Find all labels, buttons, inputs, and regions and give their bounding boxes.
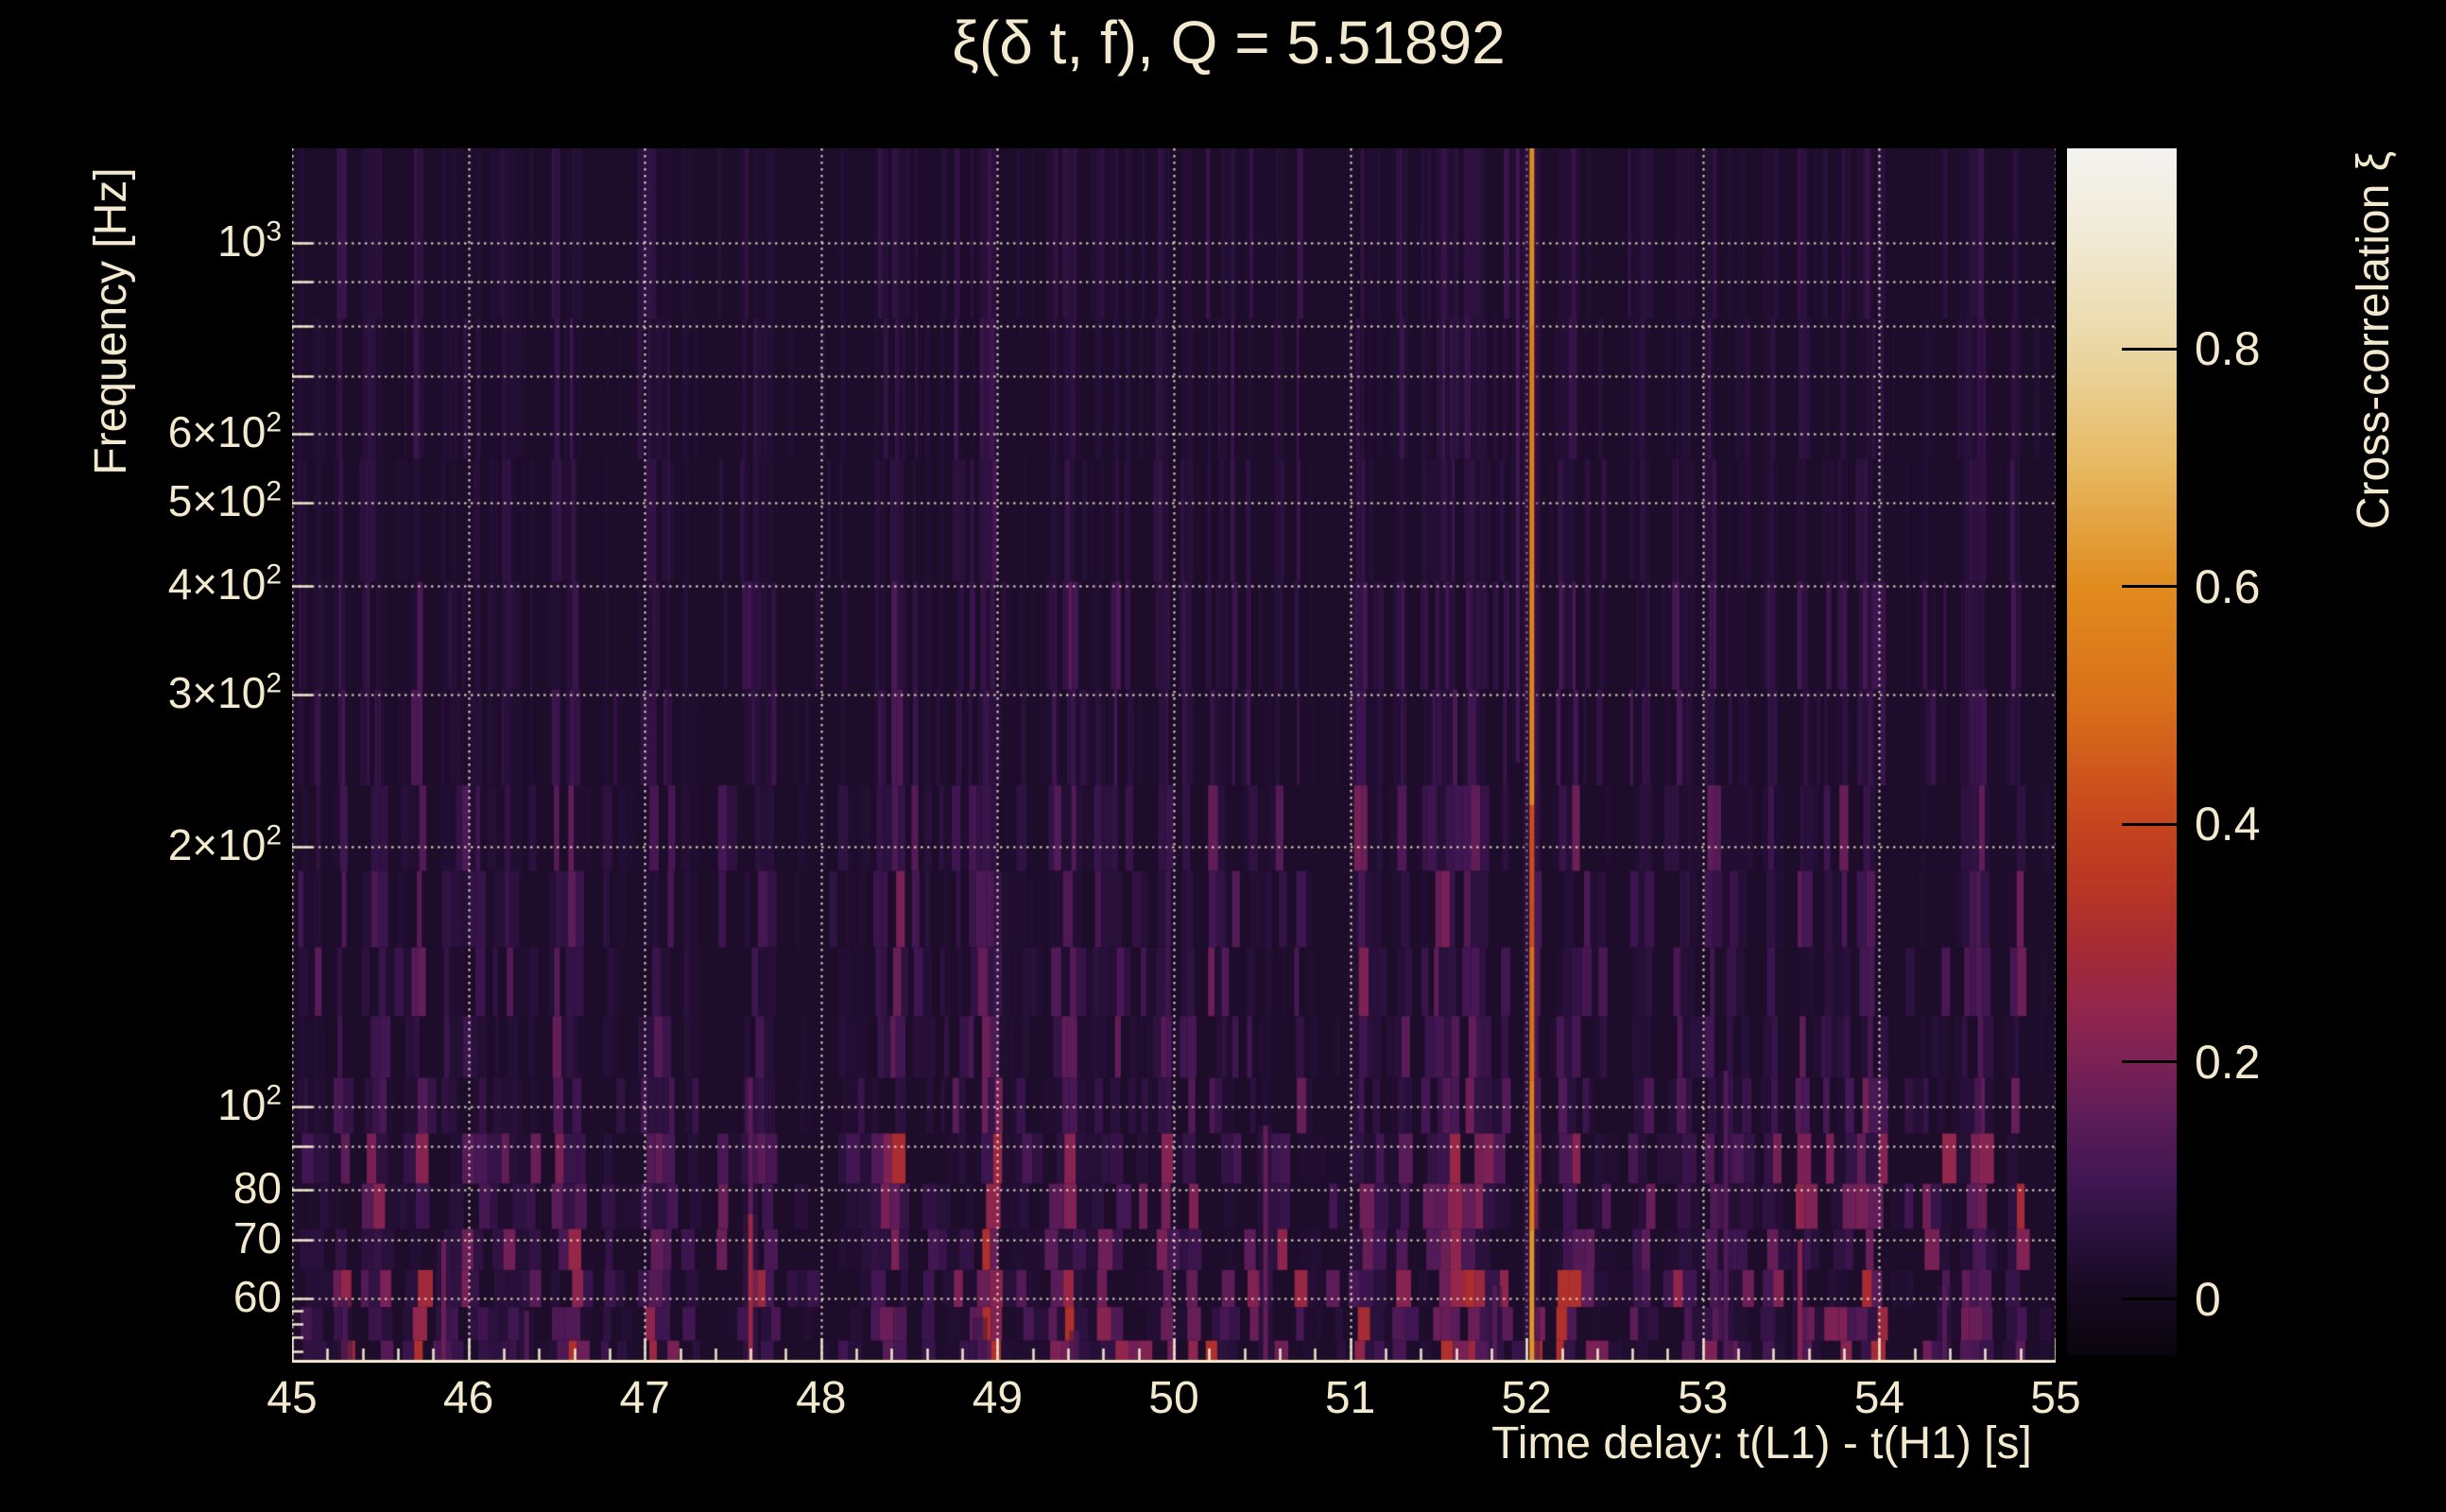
y-tick-label: 5×102 bbox=[167, 475, 282, 525]
x-tick-label: 54 bbox=[1853, 1373, 1905, 1423]
x-tick-label: 47 bbox=[619, 1373, 670, 1423]
colorbar-tick-label: 0 bbox=[2195, 1272, 2221, 1326]
y-tick-label: 102 bbox=[217, 1079, 282, 1129]
x-tick-label: 45 bbox=[267, 1373, 318, 1423]
y-tick-label: 103 bbox=[217, 215, 282, 266]
x-axis-label: Time delay: t(L1) - t(H1) [s] bbox=[1491, 1418, 2032, 1469]
y-tick-label: 70 bbox=[233, 1213, 282, 1263]
colorbar-tick-mark bbox=[2122, 822, 2177, 826]
y-tick-label: 2×102 bbox=[167, 819, 282, 869]
y-tick-label: 3×102 bbox=[167, 667, 282, 717]
colorbar-axis-label: Cross-correlation ξ bbox=[2349, 150, 2399, 530]
y-tick-exponent: 2 bbox=[266, 1079, 282, 1111]
colorbar-tick-mark bbox=[2122, 1297, 2177, 1301]
x-tick-label: 53 bbox=[1678, 1373, 1729, 1423]
heatmap-canvas bbox=[292, 148, 2056, 1363]
colorbar-gradient bbox=[2067, 148, 2177, 1355]
x-tick-label: 49 bbox=[972, 1373, 1024, 1423]
y-tick-exponent: 2 bbox=[266, 407, 282, 439]
x-tick-label: 46 bbox=[442, 1373, 494, 1423]
y-tick-exponent: 3 bbox=[266, 215, 282, 248]
page-title: ξ(δ t, f), Q = 5.51892 bbox=[952, 9, 1506, 77]
colorbar-tick-label: 0.8 bbox=[2195, 322, 2261, 376]
x-tick-label: 55 bbox=[2030, 1373, 2081, 1423]
colorbar-tick-mark bbox=[2122, 1060, 2177, 1064]
y-tick-exponent: 2 bbox=[266, 559, 282, 592]
y-tick-label: 4×102 bbox=[167, 559, 282, 610]
y-tick-label: 80 bbox=[233, 1163, 282, 1213]
x-tick-label: 51 bbox=[1324, 1373, 1376, 1423]
colorbar-tick-label: 0.6 bbox=[2195, 559, 2261, 613]
y-tick-exponent: 2 bbox=[266, 667, 282, 699]
y-tick-exponent: 2 bbox=[266, 819, 282, 851]
colorbar-tick-mark bbox=[2122, 347, 2177, 351]
y-tick-label: 6×102 bbox=[167, 407, 282, 457]
colorbar-tick-label: 0.4 bbox=[2195, 798, 2261, 851]
x-tick-label: 52 bbox=[1501, 1373, 1552, 1423]
x-tick-label: 50 bbox=[1148, 1373, 1199, 1423]
y-tick-label: 60 bbox=[233, 1271, 282, 1321]
colorbar-tick-label: 0.2 bbox=[2195, 1035, 2261, 1089]
x-tick-label: 48 bbox=[796, 1373, 847, 1423]
y-tick-exponent: 2 bbox=[266, 475, 282, 507]
colorbar-tick-mark bbox=[2122, 585, 2177, 589]
y-axis-label: Frequency [Hz] bbox=[86, 167, 136, 475]
